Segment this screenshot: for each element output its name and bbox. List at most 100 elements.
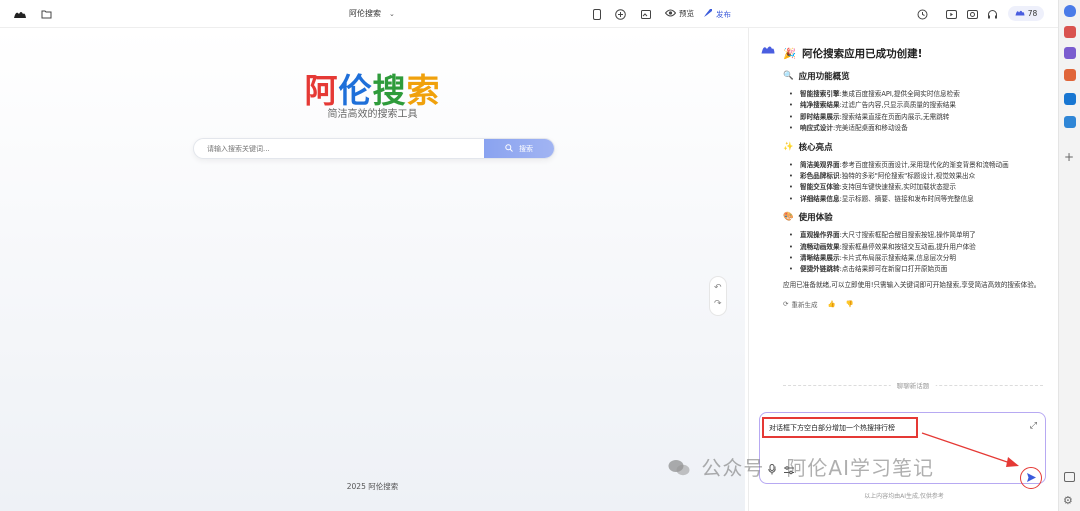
list-item: 直观操作界面:大尺寸搜索框配合醒目搜索按钮,操作简单明了	[789, 230, 1043, 242]
image-icon[interactable]	[966, 8, 978, 20]
ai-disclaimer: 以上内容均由AI生成,仅供参考	[864, 493, 944, 500]
thumbs-down-icon[interactable]: 👎	[846, 300, 854, 308]
new-topic-label: 聊聊新话题	[890, 380, 936, 390]
list-item: 简洁美观界面:参考百度搜索页面设计,采用现代化的渐变背景和流畅动画	[789, 160, 1043, 172]
list-item-text: 大尺寸搜索框配合醒目搜索按钮,操作简单明了	[841, 231, 976, 240]
history-icon[interactable]	[916, 8, 928, 20]
video-icon[interactable]	[945, 8, 957, 20]
list-item: 即时结果展示:搜索结果直接在页面内展示,无需跳转	[789, 112, 1043, 124]
list-item-text: 搜索结果直接在页面内展示,无需跳转	[841, 112, 950, 121]
assistant-avatar	[761, 44, 775, 56]
regenerate-label: 重新生成	[791, 300, 818, 309]
list-item-label: 简洁美观界面	[800, 160, 840, 169]
list-item: 智能搜索引擎:集成百度搜索API,提供全网实时信息检索	[789, 89, 1043, 101]
list-item: 智能交互体验:支持回车键快速搜索,实时加载状态提示	[789, 182, 1043, 194]
search-input[interactable]	[194, 139, 484, 158]
message-heading-text: 阿伦搜索应用已成功创建!	[802, 48, 923, 60]
section-title-text: 使用体验	[798, 213, 833, 224]
list-item-text: 支持回车键快速搜索,实时加载状态提示	[841, 183, 956, 192]
thumbs-up-icon[interactable]: 👍	[827, 300, 835, 308]
feedback-icon[interactable]	[1064, 472, 1075, 482]
list-item-label: 智能搜索引擎	[800, 90, 840, 98]
people-icon[interactable]	[1064, 47, 1076, 59]
redo-icon[interactable]: ↷	[714, 299, 722, 309]
credits-badge[interactable]: 78	[1008, 6, 1044, 21]
section-title-text: 核心亮点	[798, 142, 833, 153]
list-item-label: 直观操作界面	[800, 231, 840, 240]
list-item: 响应式设计:完美适配桌面和移动设备	[789, 123, 1043, 135]
list-item-label: 清晰结果展示	[800, 254, 840, 263]
search-button[interactable]: 搜索	[484, 139, 554, 158]
list-item-label: 纯净搜索结果	[800, 101, 840, 110]
preview-button[interactable]: 预览	[664, 8, 694, 19]
toolbox-icon[interactable]	[1064, 26, 1076, 38]
add-extension-icon[interactable]: +	[1064, 150, 1074, 164]
office-icon[interactable]	[1064, 69, 1076, 81]
list-item-text: 完美适配桌面和移动设备	[835, 124, 908, 133]
chat-input-text[interactable]: 对话框下方空白部分增加一个热搜排行榜	[762, 417, 918, 438]
experience-list: 直观操作界面:大尺寸搜索框配合醒目搜索按钮,操作简单明了 流畅动画效果:搜索框悬…	[789, 230, 1043, 276]
send-to-icon[interactable]	[1064, 116, 1076, 128]
list-item: 纯净搜索结果:过滤广告内容,只显示高质量的搜索结果	[789, 100, 1043, 112]
list-item-label: 详细结果信息	[800, 194, 840, 203]
mobile-view-icon[interactable]	[592, 8, 602, 20]
annotation-arrow	[921, 432, 1019, 467]
palette-icon: 🎨	[783, 212, 794, 223]
list-item: 流畅动画效果:搜索框悬停效果和按钮交互动画,提升用户体验	[789, 242, 1043, 254]
message-actions: ⟳ 重新生成 👍 👎	[783, 299, 1043, 309]
list-item-label: 便捷外链跳转	[800, 265, 840, 274]
project-title[interactable]: 阿伦搜索 ⌄	[349, 8, 395, 19]
outlook-icon[interactable]	[1064, 93, 1076, 105]
rocket-icon	[703, 8, 713, 20]
list-item-text: 搜索框悬停效果和按钮交互动画,提升用户体验	[841, 242, 976, 251]
add-icon[interactable]	[614, 8, 626, 20]
list-item-text: 卡片式布局展示搜索结果,信息层次分明	[841, 254, 956, 263]
send-icon	[1026, 472, 1037, 485]
list-item-label: 彩色品牌标识	[800, 172, 840, 181]
publish-label: 发布	[716, 9, 731, 19]
list-item-label: 响应式设计	[800, 124, 833, 133]
app-logo-icon[interactable]	[12, 7, 28, 21]
list-item: 彩色品牌标识:独特的多彩"阿伦搜索"标题设计,视觉效果出众	[789, 171, 1043, 183]
credits-count: 78	[1027, 9, 1038, 18]
party-popper-icon: 🎉	[783, 48, 797, 60]
message-heading: 🎉 阿伦搜索应用已成功创建!	[783, 46, 1043, 61]
expand-icon[interactable]: ⤢	[1030, 421, 1037, 431]
image-edit-icon[interactable]	[640, 8, 652, 20]
headphones-icon[interactable]	[986, 8, 998, 20]
project-title-label: 阿伦搜索	[349, 9, 381, 18]
browser-sidebar: + ⚙	[1058, 0, 1080, 511]
list-item-text: 点击结果即可在新窗口打开原始页面	[841, 265, 948, 274]
watermark: 公众号 · 阿伦AI学习笔记	[668, 452, 934, 482]
preview-label: 预览	[679, 9, 694, 18]
magnifier-icon: 🔍	[783, 71, 794, 81]
list-item-text: 显示标题、摘要、链接和发布时间等完整信息	[841, 194, 974, 203]
chevron-down-icon: ⌄	[389, 9, 395, 18]
new-topic-divider[interactable]: 聊聊新话题	[783, 380, 1043, 390]
watermark-text: 公众号 · 阿伦AI学习笔记	[701, 456, 935, 480]
undo-icon[interactable]: ↶	[714, 283, 722, 293]
undo-redo-control: ↶ ↷	[709, 276, 727, 316]
highlight-list: 简洁美观界面:参考百度搜索页面设计,采用现代化的渐变背景和流畅动画 彩色品牌标识…	[789, 160, 1043, 206]
list-item: 便捷外链跳转:点击结果即可在新窗口打开原始页面	[789, 264, 1043, 276]
list-item: 清晰结果展示:卡片式布局展示搜索结果,信息层次分明	[789, 253, 1043, 265]
section-title: 🎨 使用体验	[783, 211, 1043, 223]
regenerate-button[interactable]: ⟳ 重新生成	[783, 299, 817, 309]
sparkles-icon: ✨	[783, 141, 794, 152]
list-item: 详细结果信息:显示标题、摘要、链接和发布时间等完整信息	[789, 194, 1043, 206]
shield-icon[interactable]	[1064, 5, 1076, 17]
search-button-label: 搜索	[519, 144, 533, 153]
send-button[interactable]	[1020, 467, 1042, 489]
gear-icon[interactable]: ⚙	[1063, 494, 1073, 507]
list-item-text: 集成百度搜索API,提供全网实时信息检索	[841, 90, 960, 98]
brand-subtitle: 简洁高效的搜索工具	[327, 109, 418, 120]
folder-icon[interactable]	[40, 8, 52, 20]
closing-paragraph: 应用已准备就绪,可以立即使用!只需输入关键词即可开始搜索,享受简洁高效的搜索体验…	[783, 280, 1041, 289]
chat-panel: 🎉 阿伦搜索应用已成功创建! 🔍 应用功能概览 智能搜索引擎:集成百度搜索API…	[748, 28, 1058, 511]
list-item-label: 流畅动画效果	[800, 242, 840, 251]
refresh-icon: ⟳	[783, 299, 789, 308]
top-bar: 阿伦搜索 ⌄ 预览 发布 78	[0, 0, 1058, 28]
publish-button[interactable]: 发布	[703, 8, 731, 20]
eye-icon	[664, 9, 677, 19]
wechat-icon	[668, 458, 690, 482]
